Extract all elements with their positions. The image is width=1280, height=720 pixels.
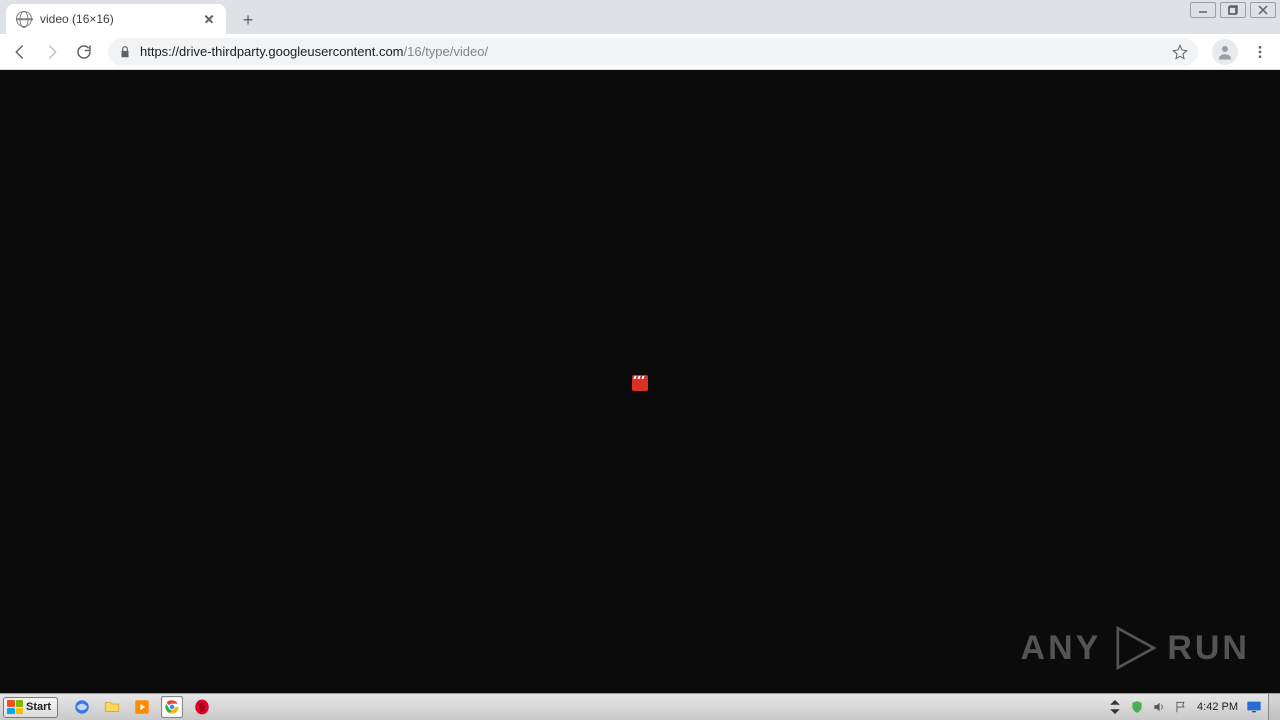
taskbar-clock[interactable]: 4:42 PM: [1195, 701, 1240, 713]
anyrun-watermark: ANY RUN: [1021, 621, 1250, 675]
new-tab-button[interactable]: +: [234, 6, 262, 34]
tray-flag-icon[interactable]: [1173, 699, 1189, 715]
show-desktop-button[interactable]: [1268, 694, 1280, 720]
plus-icon: +: [243, 11, 254, 29]
taskbar-pinned-apps: [71, 696, 213, 718]
media-player-icon[interactable]: [131, 696, 153, 718]
play-outline-icon: [1107, 621, 1161, 675]
system-tray: 4:42 PM: [1101, 694, 1268, 720]
globe-icon: [16, 11, 32, 27]
lock-icon: [118, 45, 132, 59]
internet-explorer-icon[interactable]: [71, 696, 93, 718]
browser-toolbar: https://drive-thirdparty.googleuserconte…: [0, 34, 1280, 70]
windows-taskbar: Start 4:42 PM: [0, 693, 1280, 720]
browser-window: video (16×16) + https://drive-thirdparty…: [0, 0, 1280, 693]
tab-title: video (16×16): [40, 12, 194, 26]
window-controls: [1190, 2, 1276, 18]
forward-button[interactable]: [38, 38, 66, 66]
profile-avatar-button[interactable]: [1212, 39, 1238, 65]
opera-icon[interactable]: [191, 696, 213, 718]
window-maximize-button[interactable]: [1220, 2, 1246, 18]
chrome-taskbar-icon[interactable]: [161, 696, 183, 718]
file-explorer-icon[interactable]: [101, 696, 123, 718]
video-file-icon: [632, 375, 648, 391]
start-label: Start: [26, 701, 51, 713]
bookmark-star-icon[interactable]: [1172, 44, 1188, 60]
tray-shield-icon[interactable]: [1129, 699, 1145, 715]
start-button[interactable]: Start: [3, 697, 58, 718]
close-tab-icon[interactable]: [202, 12, 216, 26]
tray-expand-icon[interactable]: [1107, 699, 1123, 715]
window-minimize-button[interactable]: [1190, 2, 1216, 18]
tab-strip: video (16×16) +: [0, 0, 1280, 34]
browser-tab[interactable]: video (16×16): [6, 4, 226, 34]
page-viewport: ANY RUN: [0, 70, 1280, 693]
window-close-button[interactable]: [1250, 2, 1276, 18]
browser-menu-button[interactable]: [1246, 38, 1274, 66]
windows-logo-icon: [7, 700, 23, 714]
reload-button[interactable]: [70, 38, 98, 66]
address-bar[interactable]: https://drive-thirdparty.googleuserconte…: [108, 38, 1198, 66]
back-button[interactable]: [6, 38, 34, 66]
tray-volume-icon[interactable]: [1151, 699, 1167, 715]
url-text: https://drive-thirdparty.googleuserconte…: [140, 44, 488, 59]
tray-monitor-icon[interactable]: [1246, 699, 1262, 715]
